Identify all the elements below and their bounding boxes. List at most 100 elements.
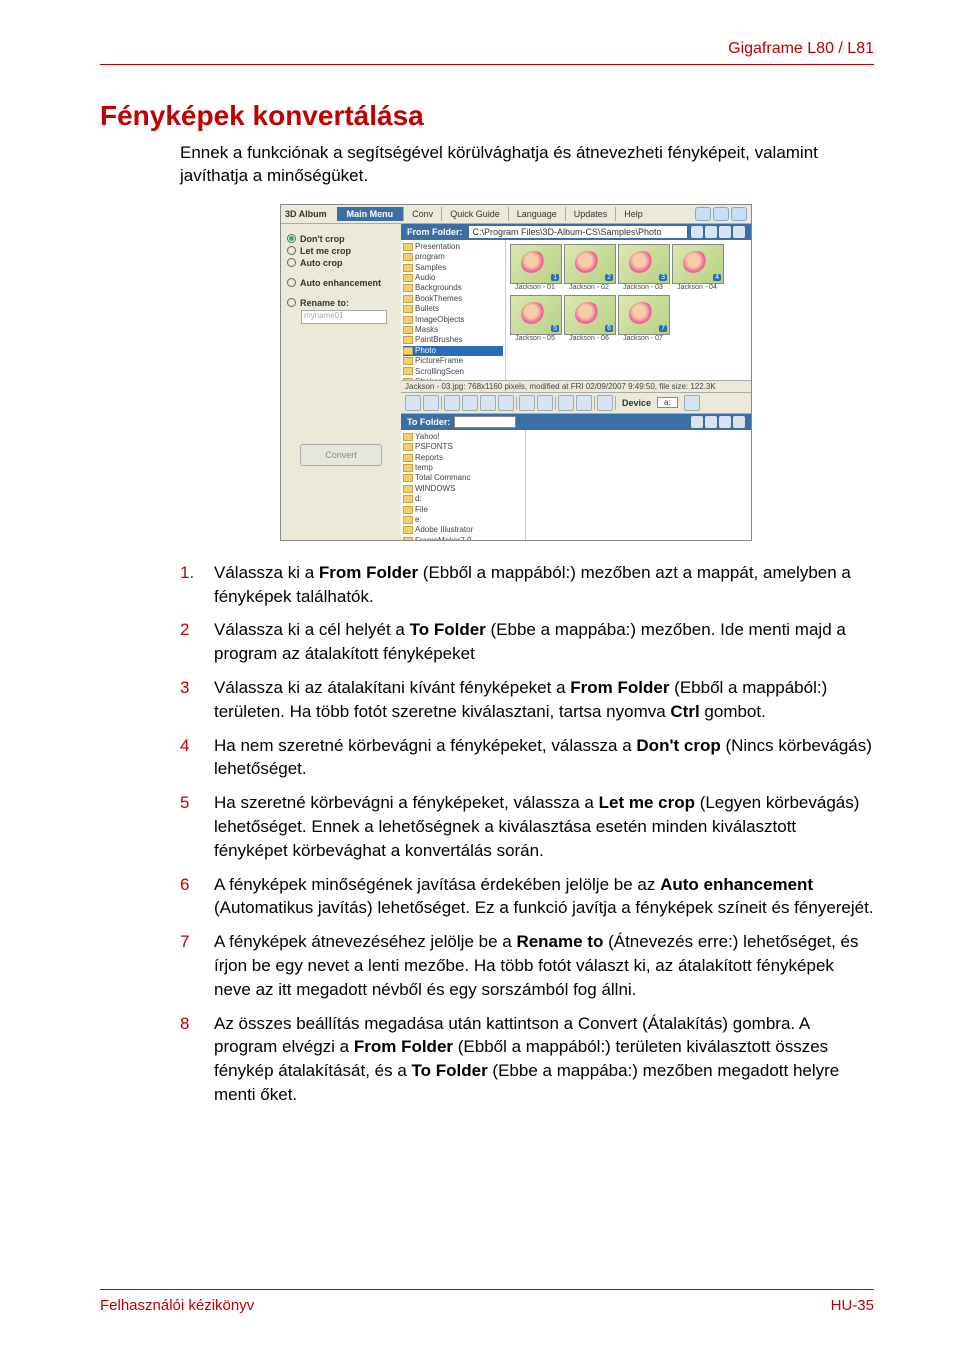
tool-icon[interactable]: [423, 395, 439, 411]
thumbnail[interactable]: 5Jackson - 05: [510, 295, 560, 342]
tree-node[interactable]: PSFONTS: [403, 442, 523, 452]
tree-node[interactable]: PictureFrame: [403, 356, 503, 366]
tree-node[interactable]: Masks: [403, 325, 503, 335]
tree-node[interactable]: Strokes: [403, 377, 503, 380]
tree-node[interactable]: File: [403, 505, 523, 515]
tree-node[interactable]: ImageObjects: [403, 315, 503, 325]
bold-term: Ctrl: [670, 702, 699, 721]
tree-node[interactable]: Backgrounds: [403, 283, 503, 293]
convert-button[interactable]: Convert: [300, 444, 382, 466]
filter-icon[interactable]: [705, 226, 717, 238]
bold-term: From Folder: [319, 563, 418, 582]
tree-node[interactable]: PaintBrushes: [403, 335, 503, 345]
tree-node[interactable]: Bullets: [403, 304, 503, 314]
bold-term: Don't crop: [636, 736, 720, 755]
menu-quick-guide[interactable]: Quick Guide: [441, 207, 508, 221]
tree-node[interactable]: Yahoo!: [403, 432, 523, 442]
from-folder-header: From Folder: C:\Program Files\3D-Album-C…: [401, 224, 751, 240]
tree-node[interactable]: ScrollingScen: [403, 367, 503, 377]
tree-node[interactable]: temp: [403, 463, 523, 473]
to-folder-empty-area: [526, 430, 751, 540]
to-folder-label: To Folder:: [407, 417, 450, 427]
option-auto-enhancement[interactable]: Auto enhancement: [287, 278, 395, 288]
from-folder-tree[interactable]: PresentationprogramSamplesAudioBackgroun…: [401, 240, 506, 380]
thumbnail-badge: 2: [605, 274, 613, 281]
tree-node[interactable]: program: [403, 252, 503, 262]
to-folder-dropdown[interactable]: [454, 416, 516, 428]
bold-term: Let me crop: [599, 793, 695, 812]
tree-node[interactable]: e:: [403, 515, 523, 525]
folder-icon: [403, 506, 413, 514]
step-item: 4Ha nem szeretné körbevágni a fényképeke…: [180, 734, 874, 782]
tool-icon[interactable]: [444, 395, 460, 411]
tree-node[interactable]: d:: [403, 494, 523, 504]
filter-icon[interactable]: [705, 416, 717, 428]
redo-icon[interactable]: [576, 395, 592, 411]
search-icon[interactable]: [691, 226, 703, 238]
thumbnail[interactable]: 3Jackson - 03: [618, 244, 668, 291]
option-auto-crop[interactable]: Auto crop: [287, 258, 395, 268]
tool-icon[interactable]: [537, 395, 553, 411]
bold-term: To Folder: [412, 1061, 488, 1080]
to-folder-tree[interactable]: Yahoo!PSFONTSReportstempTotal CommancWIN…: [401, 430, 526, 540]
thumbnail[interactable]: 6Jackson - 06: [564, 295, 614, 342]
bold-term: From Folder: [570, 678, 669, 697]
menu-language[interactable]: Language: [508, 207, 565, 221]
menu-help[interactable]: Help: [615, 207, 651, 221]
tool-icon[interactable]: [462, 395, 478, 411]
tool-icon[interactable]: [519, 395, 535, 411]
app-menubar: 3D Album Main Menu Conv Quick Guide Lang…: [281, 205, 751, 224]
folder-icon: [403, 464, 413, 472]
folder-icon: [403, 474, 413, 482]
undo-icon[interactable]: [558, 395, 574, 411]
delete-icon[interactable]: [597, 395, 613, 411]
step-number: 4: [180, 734, 214, 782]
step-number: 7: [180, 930, 214, 1001]
device-value[interactable]: a:: [657, 397, 678, 408]
radio-icon: [287, 278, 296, 287]
maximize-icon[interactable]: [713, 207, 729, 221]
thumbnail[interactable]: 2Jackson - 02: [564, 244, 614, 291]
app-title-prefix: 3D Album: [281, 209, 331, 219]
tree-node[interactable]: WINDOWS: [403, 484, 523, 494]
tool-icon[interactable]: [498, 395, 514, 411]
tree-node[interactable]: Samples: [403, 263, 503, 273]
option-dont-crop-label: Don't crop: [300, 234, 345, 244]
tree-node[interactable]: Audio: [403, 273, 503, 283]
tree-node[interactable]: Presentation: [403, 242, 503, 252]
tool-icon[interactable]: [480, 395, 496, 411]
step-item: 2Válassza ki a cél helyét a To Folder (E…: [180, 618, 874, 666]
app-screenshot: 3D Album Main Menu Conv Quick Guide Lang…: [280, 204, 752, 541]
tree-node[interactable]: Photo: [403, 346, 503, 356]
status-bar: Jackson - 03.jpg: 768x1160 pixels, modif…: [401, 381, 751, 393]
help-icon[interactable]: [733, 416, 745, 428]
thumbnail[interactable]: 7Jackson - 07: [618, 295, 668, 342]
option-rename-to[interactable]: Rename to:: [287, 298, 395, 308]
tree-node[interactable]: Reports: [403, 453, 523, 463]
thumbnail[interactable]: 4Jackson - 04: [672, 244, 722, 291]
rename-input[interactable]: myname01: [301, 310, 387, 324]
thumbnail[interactable]: 1Jackson - 01: [510, 244, 560, 291]
step-number: 3: [180, 676, 214, 724]
tree-node[interactable]: BookThemes: [403, 294, 503, 304]
from-folder-path[interactable]: C:\Program Files\3D-Album-CS\Samples\Pho…: [469, 226, 688, 238]
help-icon[interactable]: [733, 226, 745, 238]
tree-node[interactable]: Total Commanc: [403, 473, 523, 483]
menu-conv[interactable]: Conv: [403, 207, 441, 221]
menu-main[interactable]: Main Menu: [337, 207, 404, 221]
option-dont-crop[interactable]: Don't crop: [287, 234, 395, 244]
option-let-me-crop[interactable]: Let me crop: [287, 246, 395, 256]
tree-node[interactable]: Adobe Illustrator: [403, 525, 523, 535]
close-icon[interactable]: [731, 207, 747, 221]
device-icon[interactable]: [684, 395, 700, 411]
thumbnail-image: 3: [618, 244, 670, 284]
tree-node[interactable]: FrameMaker7.0: [403, 536, 523, 540]
menu-updates[interactable]: Updates: [565, 207, 616, 221]
search-icon[interactable]: [691, 416, 703, 428]
refresh-icon[interactable]: [719, 226, 731, 238]
minimize-icon[interactable]: [695, 207, 711, 221]
step-number: 6: [180, 873, 214, 921]
option-rename-to-label: Rename to:: [300, 298, 349, 308]
tool-icon[interactable]: [405, 395, 421, 411]
refresh-icon[interactable]: [719, 416, 731, 428]
